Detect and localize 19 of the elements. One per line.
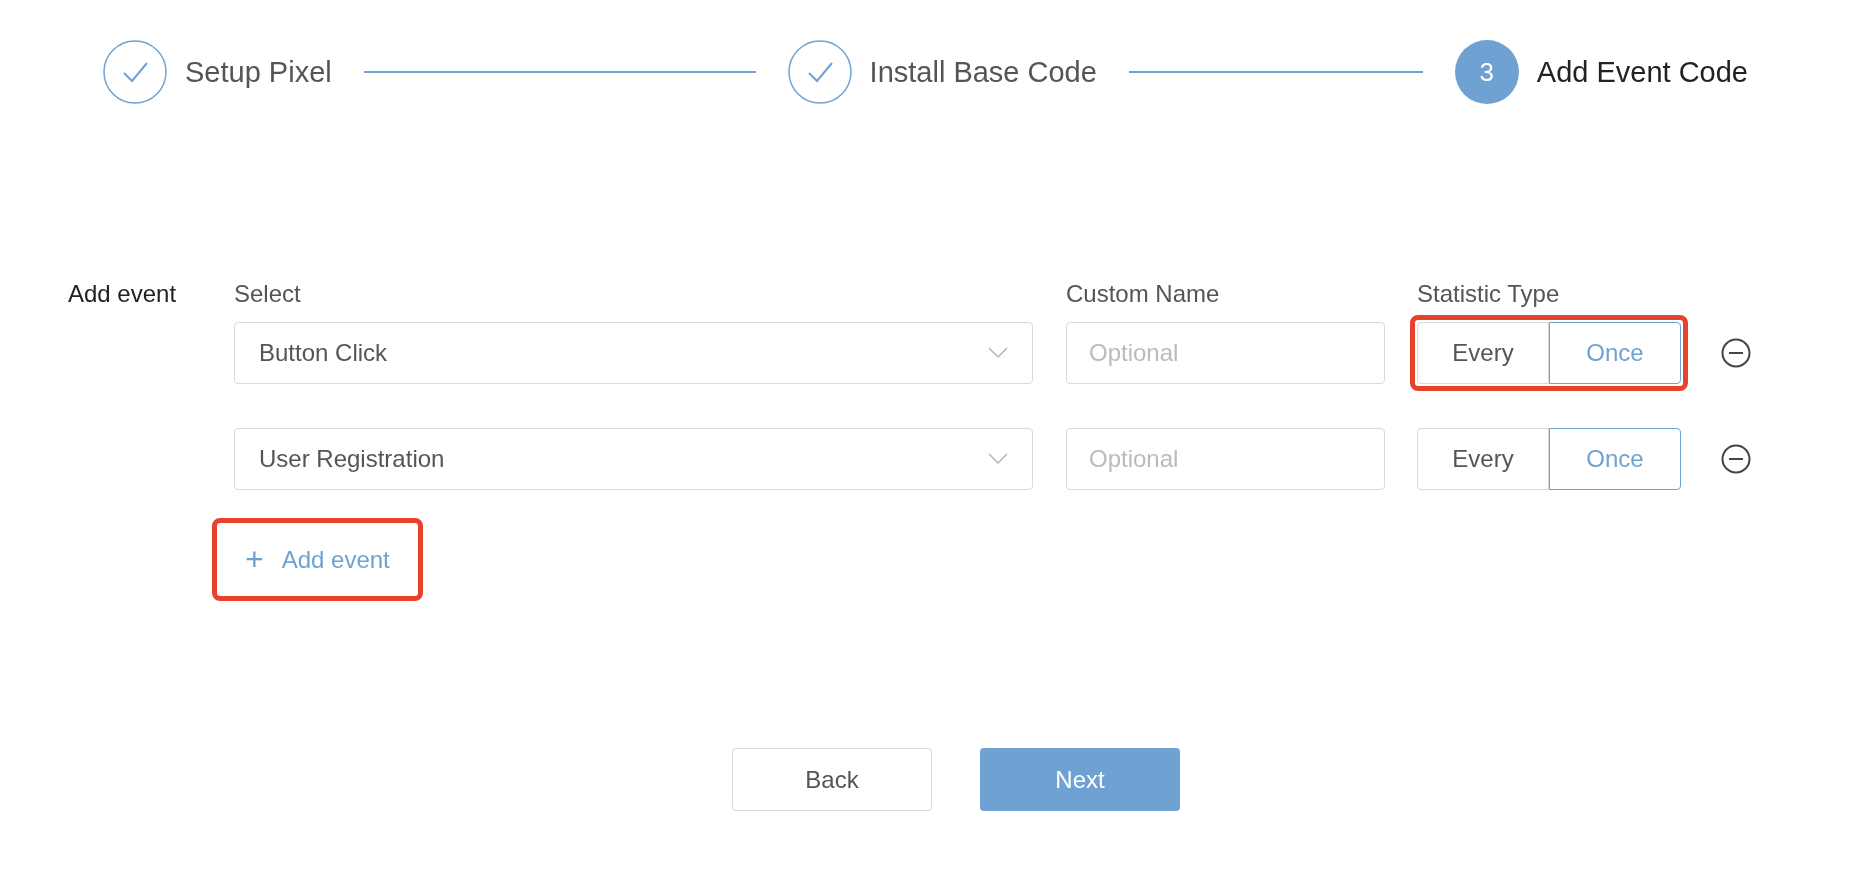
step-number: 3	[1454, 40, 1519, 104]
statistic-option[interactable]: Every	[1417, 322, 1549, 384]
caret-icon	[988, 347, 1008, 359]
form-label: Add event	[68, 280, 178, 308]
column-header: Custom Name	[1066, 280, 1221, 308]
statistic-option[interactable]: Every	[1417, 428, 1549, 490]
back-button[interactable]: Back	[732, 748, 932, 811]
event-select[interactable]: User Registration	[234, 428, 1033, 490]
column-header: Select	[234, 280, 302, 308]
remove-icon[interactable]	[1721, 338, 1751, 368]
step-label: Install Base Code	[869, 55, 1097, 89]
remove-icon[interactable]	[1721, 444, 1751, 474]
step-label: Add Event Code	[1536, 55, 1748, 89]
event-select[interactable]: Button Click	[234, 322, 1033, 384]
step-label: Setup Pixel	[185, 55, 332, 89]
custom-name-field[interactable]: Optional	[1066, 428, 1385, 490]
caret-icon	[988, 453, 1008, 465]
custom-name-field[interactable]: Optional	[1066, 322, 1385, 384]
column-header: Statistic Type	[1417, 280, 1561, 308]
